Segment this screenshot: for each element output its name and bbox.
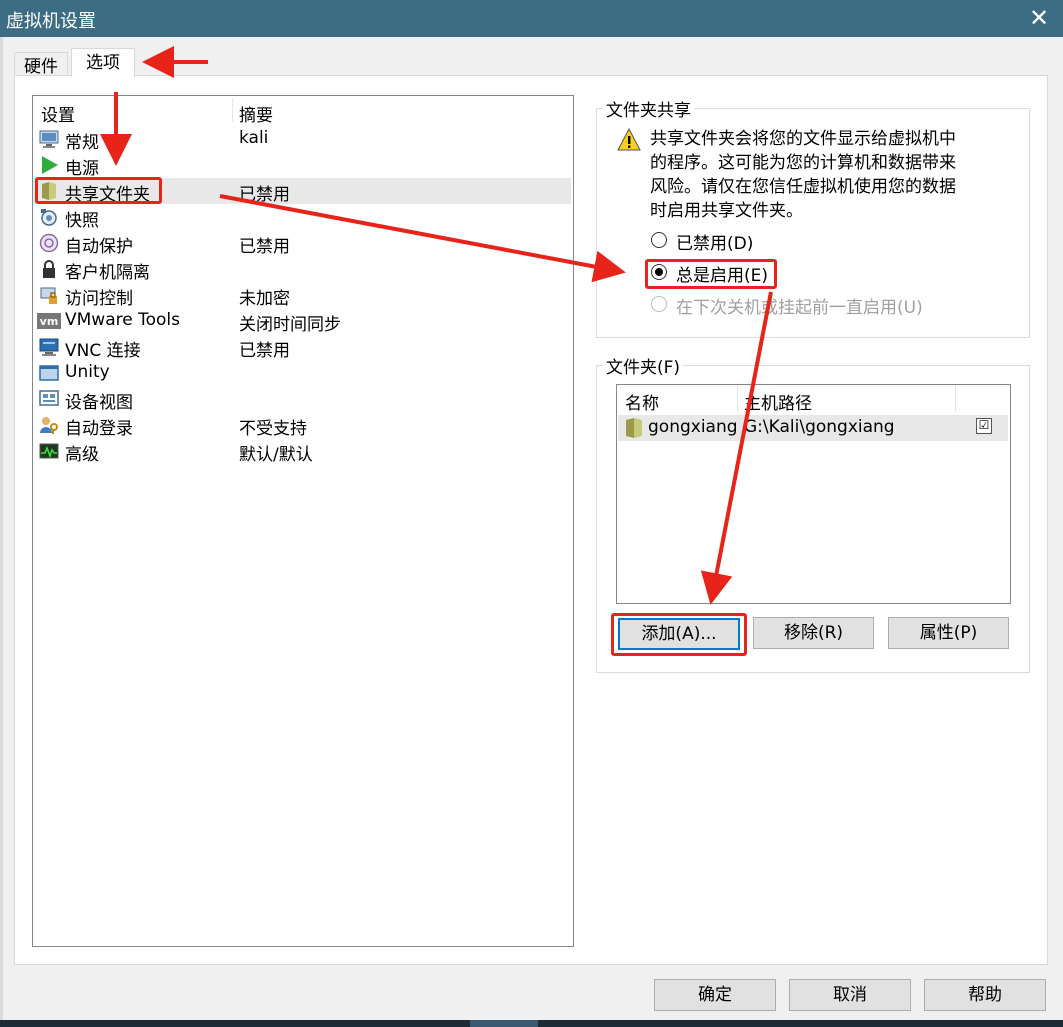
list-item-summary: 已禁用	[239, 341, 290, 361]
column-header-name[interactable]: 名称	[625, 389, 659, 414]
window-left-edge	[0, 37, 3, 1020]
list-item-guest-isolation[interactable]: 客户机隔离	[33, 256, 571, 283]
list-item-summary: 关闭时间同步	[239, 315, 341, 335]
list-item-label: 快照	[65, 211, 99, 231]
list-item-summary: 未加密	[239, 289, 290, 309]
list-item-power[interactable]: 电源	[33, 152, 571, 179]
list-item-snapshot[interactable]: 快照	[33, 204, 571, 231]
list-item-label: 设备视图	[65, 393, 133, 413]
cancel-button[interactable]: 取消	[789, 979, 911, 1011]
autoprotect-icon	[39, 233, 59, 253]
list-item-autologin[interactable]: 自动登录 不受支持	[33, 412, 571, 439]
device-view-icon	[39, 390, 59, 406]
ok-button[interactable]: 确定	[654, 979, 776, 1011]
vm-settings-dialog: 虚拟机设置 ✕ 硬件 选项 设置 摘要 常规 kali 电源 共享文件夹 已禁用…	[0, 0, 1063, 1020]
radio-button-disabled	[651, 296, 667, 312]
list-item-label: 电源	[65, 159, 99, 179]
column-header-host-path[interactable]: 主机路径	[744, 389, 812, 414]
access-control-icon	[40, 287, 57, 304]
snapshot-icon	[41, 209, 57, 226]
list-item-summary: 已禁用	[239, 237, 290, 257]
radio-until-poweroff-label: 在下次关机或挂起前一直启用(U)	[676, 298, 923, 318]
folder-sharing-legend: 文件夹共享	[606, 101, 691, 121]
taskbar-active-item[interactable]	[470, 1020, 538, 1027]
list-item-label: 自动保护	[65, 237, 133, 257]
radio-button[interactable]	[651, 232, 667, 248]
properties-button[interactable]: 属性(P)	[888, 617, 1009, 649]
close-icon[interactable]: ✕	[1021, 3, 1057, 33]
remove-folder-button[interactable]: 移除(R)	[753, 617, 874, 649]
taskbar	[0, 1020, 1063, 1027]
list-item-summary: 默认/默认	[239, 445, 313, 465]
list-item-summary: kali	[239, 128, 269, 148]
list-item-label: VMware Tools	[65, 310, 180, 330]
list-item-label: VNC 连接	[65, 341, 141, 361]
list-item-vnc[interactable]: VNC 连接 已禁用	[33, 334, 571, 361]
folders-table[interactable]: 名称 主机路径 gongxiang G:\Kali\gongxiang ☑	[616, 384, 1011, 604]
list-item-label: 常规	[65, 133, 99, 153]
list-item-label: Unity	[65, 362, 110, 382]
radio-always-enabled-label: 总是启用(E)	[676, 266, 769, 286]
play-icon	[42, 156, 58, 174]
autologin-icon	[40, 417, 58, 434]
list-item-vmware-tools[interactable]: vm VMware Tools 关闭时间同步	[33, 308, 571, 335]
list-item-autoprotect[interactable]: 自动保护 已禁用	[33, 230, 571, 257]
monitor-icon	[39, 130, 59, 148]
column-separator[interactable]	[232, 98, 233, 122]
column-header-summary[interactable]: 摘要	[239, 101, 273, 126]
list-item-unity[interactable]: Unity	[33, 360, 571, 386]
unity-icon	[39, 365, 59, 381]
settings-list[interactable]: 设置 摘要 常规 kali 电源 共享文件夹 已禁用 快照 自动保护 已禁用 客…	[32, 95, 574, 947]
list-item-label: 高级	[65, 445, 99, 465]
help-button[interactable]: 帮助	[924, 979, 1046, 1011]
settings-list-header: 设置 摘要	[33, 96, 573, 126]
list-item-label: 客户机隔离	[65, 263, 150, 283]
warning-icon	[617, 128, 641, 151]
title-bar[interactable]: 虚拟机设置 ✕	[0, 0, 1063, 37]
list-item-label: 共享文件夹	[65, 185, 150, 205]
tab-options[interactable]: 选项	[71, 48, 135, 77]
column-separator[interactable]	[955, 386, 956, 412]
column-separator[interactable]	[737, 386, 738, 412]
list-item-shared-folders[interactable]: 共享文件夹 已禁用	[33, 178, 571, 205]
folder-name: gongxiang	[648, 417, 738, 437]
list-item-summary: 已禁用	[239, 185, 290, 205]
list-item-summary: 不受支持	[239, 419, 307, 439]
column-header-setting[interactable]: 设置	[41, 101, 75, 126]
list-item-general[interactable]: 常规 kali	[33, 126, 571, 153]
shared-folder-icon	[42, 182, 56, 200]
list-item-device-view[interactable]: 设备视图	[33, 386, 571, 413]
list-item-advanced[interactable]: 高级 默认/默认	[33, 438, 571, 465]
tab-hardware[interactable]: 硬件	[14, 52, 68, 77]
sharing-warning-text: 共享文件夹会将您的文件显示给虚拟机中的程序。这可能为您的计算机和数据带来风险。请…	[650, 129, 956, 221]
lock-icon	[43, 260, 55, 278]
folders-legend: 文件夹(F)	[606, 358, 681, 378]
folder-enabled-checkbox[interactable]: ☑	[976, 418, 992, 434]
shared-folder-icon	[626, 418, 642, 438]
table-row[interactable]: gongxiang G:\Kali\gongxiang ☑	[618, 415, 1008, 441]
vnc-icon	[39, 338, 59, 356]
list-item-access-control[interactable]: 访问控制 未加密	[33, 282, 571, 309]
vmware-tools-icon: vm	[37, 313, 61, 329]
radio-disabled-label: 已禁用(D)	[676, 234, 754, 254]
list-item-label: 访问控制	[65, 289, 133, 309]
window-title: 虚拟机设置	[6, 11, 96, 32]
advanced-icon	[39, 443, 59, 459]
svg-text:vm: vm	[40, 315, 59, 328]
add-folder-button[interactable]: 添加(A)...	[618, 618, 740, 650]
radio-button-selected[interactable]	[651, 264, 667, 280]
list-item-label: 自动登录	[65, 419, 133, 439]
folder-host-path: G:\Kali\gongxiang	[744, 417, 895, 437]
